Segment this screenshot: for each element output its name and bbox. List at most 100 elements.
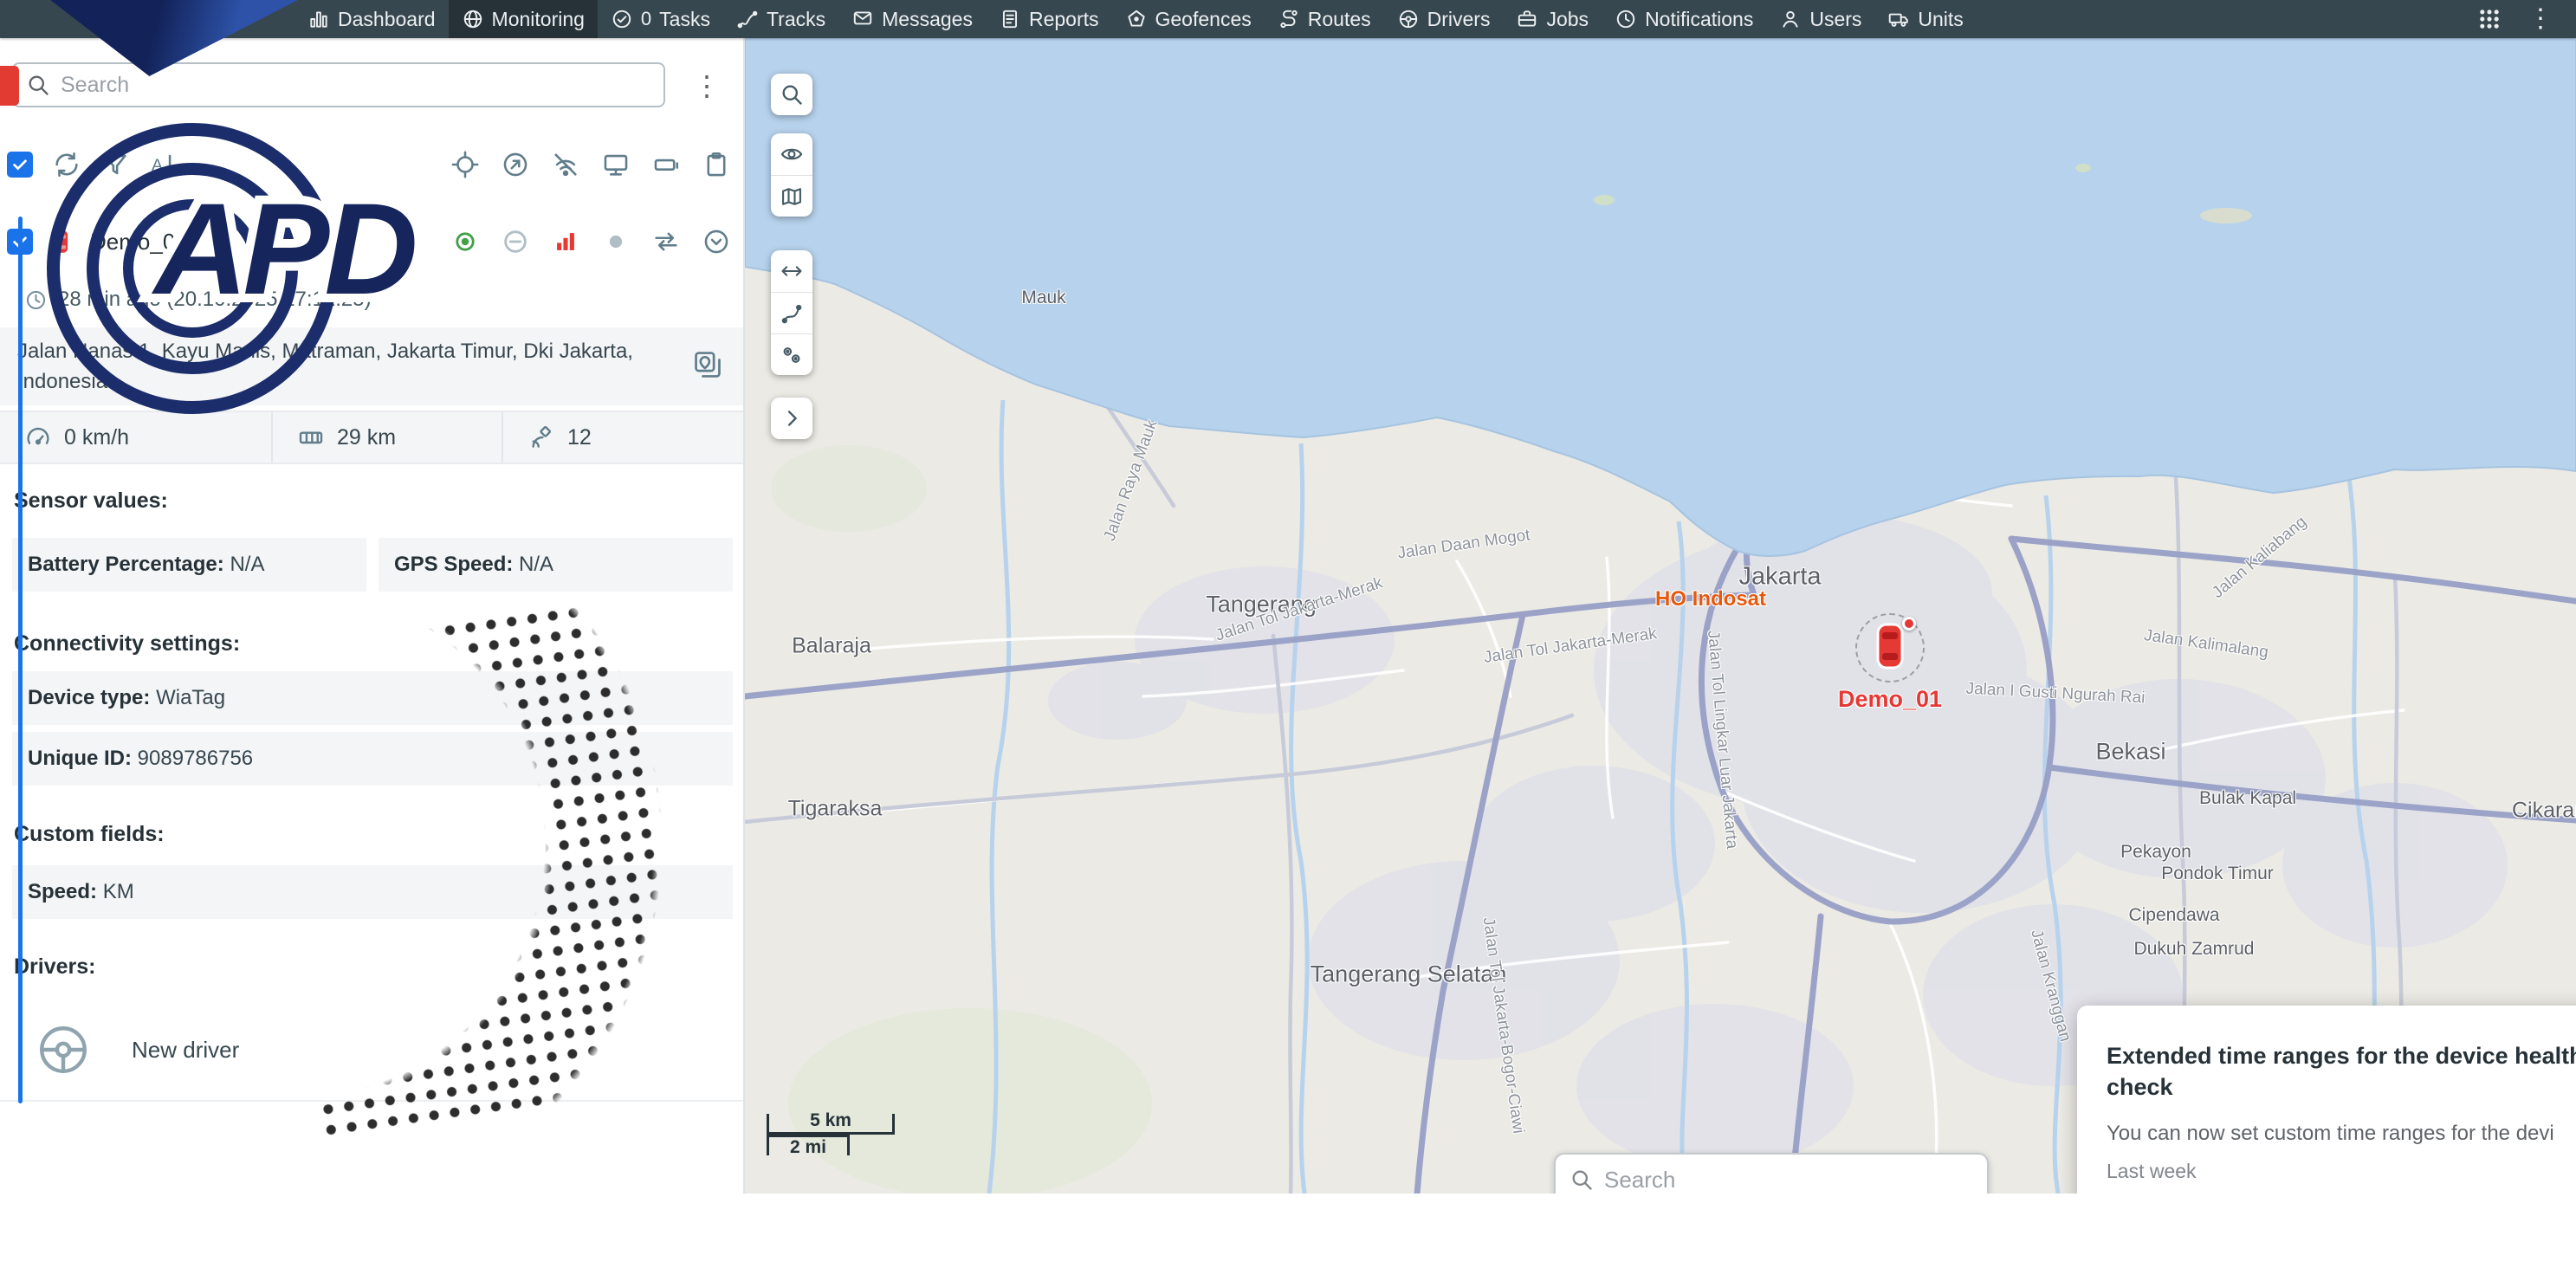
chart-icon bbox=[307, 8, 330, 30]
steering-icon bbox=[1397, 8, 1420, 30]
map-city-label: Mauk bbox=[1021, 288, 1065, 308]
nav-item-routes[interactable]: Routes bbox=[1265, 0, 1384, 38]
nav-item-dashboard[interactable]: Dashboard bbox=[294, 0, 449, 38]
nav-label: Users bbox=[1809, 8, 1861, 31]
clock-icon bbox=[24, 288, 48, 312]
sensor-values-title: Sensor values: bbox=[14, 488, 168, 514]
battery-icon[interactable] bbox=[651, 150, 681, 179]
map-bottom-search[interactable] bbox=[1554, 1153, 1989, 1194]
geofence-icon bbox=[1125, 8, 1148, 30]
layers-button[interactable] bbox=[771, 175, 812, 217]
mileage-value: 29 km bbox=[337, 425, 396, 450]
chevron-right-icon bbox=[780, 406, 804, 430]
markers-button[interactable] bbox=[771, 333, 812, 375]
nav-item-tasks[interactable]: 0 Tasks bbox=[598, 0, 723, 38]
sort-icon[interactable]: A bbox=[149, 150, 178, 179]
sensor-chip: Battery Percentage: N/A bbox=[12, 538, 366, 592]
custom-field-row: Speed: KM bbox=[12, 865, 733, 919]
map-city-label: Tangerang Selatan bbox=[1311, 961, 1507, 988]
monitor-icon[interactable] bbox=[601, 150, 631, 179]
map-view-group bbox=[771, 133, 812, 217]
apps-grid-icon[interactable] bbox=[2477, 7, 2502, 31]
map-city-label: Balaraja bbox=[792, 634, 871, 659]
nav-item-units[interactable]: Units bbox=[1874, 0, 1976, 38]
nav-item-monitoring[interactable]: Monitoring bbox=[449, 0, 598, 38]
map-road-label: Jalan Kaliabang bbox=[2209, 513, 2311, 603]
sidebar-toolbar: A bbox=[0, 142, 745, 187]
toolbar-left: A bbox=[0, 150, 178, 179]
nav-item-geofences[interactable]: Geofences bbox=[1112, 0, 1265, 38]
map-canvas[interactable]: MaukTangerangBalarajaTigaraksaTangerang … bbox=[745, 38, 2576, 1194]
data-state-icon[interactable] bbox=[501, 227, 530, 256]
map-road-label: Jalan Kranggan bbox=[2026, 928, 2074, 1044]
nav-item-messages[interactable]: Messages bbox=[838, 0, 986, 38]
clipboard-icon[interactable] bbox=[702, 150, 731, 179]
nav-label: Reports bbox=[1029, 8, 1099, 31]
visibility-button[interactable] bbox=[771, 133, 812, 175]
clock-icon bbox=[1615, 8, 1637, 30]
nav-item-tracks[interactable]: Tracks bbox=[723, 0, 838, 38]
report-icon bbox=[999, 8, 1021, 30]
expand-panel-button[interactable] bbox=[771, 398, 812, 439]
custom-fields-title: Custom fields: bbox=[14, 822, 165, 847]
sidebar-search[interactable] bbox=[12, 62, 665, 107]
nav-item-drivers[interactable]: Drivers bbox=[1384, 0, 1504, 38]
nav-label: Dashboard bbox=[338, 8, 436, 31]
nav-label: Drivers bbox=[1427, 8, 1491, 31]
motion-state-icon[interactable] bbox=[601, 227, 631, 256]
marker-status-dot bbox=[1902, 617, 1916, 631]
routes-icon bbox=[1278, 8, 1300, 30]
notification-card[interactable]: Extended time ranges for the device heal… bbox=[2077, 1006, 2576, 1194]
copy-coordinates-icon[interactable] bbox=[691, 348, 724, 381]
driver-row[interactable]: New driver bbox=[0, 1000, 745, 1102]
mileage-stat: 29 km bbox=[271, 412, 502, 463]
map-road-label: Jalan Tol Lingkar Luar Jakarta bbox=[1703, 630, 1741, 850]
swap-arrows-icon[interactable] bbox=[651, 227, 681, 256]
map-city-label: Cikarang bbox=[2512, 799, 2576, 824]
send-command-icon[interactable] bbox=[501, 150, 530, 179]
sync-icon[interactable] bbox=[52, 150, 81, 179]
notification-body: You can now set custom time ranges for t… bbox=[2107, 1122, 2576, 1146]
nav-item-reports[interactable]: Reports bbox=[986, 0, 1112, 38]
map-city-label: Bekasi bbox=[2095, 739, 2165, 766]
collapse-unit-icon[interactable] bbox=[702, 227, 731, 256]
nav-label: Units bbox=[1918, 8, 1963, 31]
map-search-button[interactable] bbox=[771, 74, 812, 115]
nav-item-jobs[interactable]: Jobs bbox=[1503, 0, 1602, 38]
nav-label: Notifications bbox=[1645, 8, 1753, 31]
measure-button[interactable] bbox=[771, 250, 812, 292]
map-search-input[interactable] bbox=[1604, 1167, 1973, 1194]
map-road-label: Jalan Kalimalang bbox=[2143, 626, 2269, 663]
driver-name: New driver bbox=[132, 1037, 239, 1064]
scale-mi: 2 mi bbox=[790, 1137, 826, 1158]
search-input[interactable] bbox=[61, 73, 651, 98]
connection-bars-icon[interactable] bbox=[551, 227, 580, 256]
last-message-row: 28 min ago (20.10.2025 17:12:25) bbox=[24, 288, 372, 312]
nav-label: Tasks bbox=[659, 8, 710, 31]
location-state-icon[interactable] bbox=[450, 227, 480, 256]
nav-label: Messages bbox=[882, 8, 973, 31]
locate-icon[interactable] bbox=[450, 150, 480, 179]
connectivity-row: Unique ID: 9089786756 bbox=[12, 732, 733, 786]
nav-label: Routes bbox=[1308, 8, 1371, 31]
nav-kebab-icon[interactable]: ⋮ bbox=[2527, 6, 2553, 32]
unit-row[interactable]: Demo_01 bbox=[0, 214, 745, 269]
connection-off-icon[interactable] bbox=[551, 150, 580, 179]
nav-item-users[interactable]: Users bbox=[1766, 0, 1874, 38]
routing-button[interactable] bbox=[771, 292, 812, 333]
nav-badge: 0 bbox=[641, 8, 651, 30]
nav-item-notifications[interactable]: Notifications bbox=[1602, 0, 1766, 38]
map-city-label: Cipendawa bbox=[2128, 905, 2219, 926]
map-road-label: Jalan Raya Mauk bbox=[1101, 417, 1162, 543]
select-all-checkbox[interactable] bbox=[7, 152, 33, 178]
message-icon bbox=[851, 8, 874, 30]
svg-text:A: A bbox=[152, 156, 164, 175]
speed-stat: 0 km/h bbox=[0, 412, 271, 463]
nav-label: Geofences bbox=[1155, 8, 1252, 31]
user-icon bbox=[1779, 8, 1802, 30]
selected-unit-accent bbox=[18, 217, 23, 1103]
notification-title: Extended time ranges for the device heal… bbox=[2107, 1040, 2576, 1103]
sidebar-kebab-icon[interactable]: ⋮ bbox=[693, 69, 721, 102]
filter-icon[interactable] bbox=[100, 150, 130, 179]
globe-icon bbox=[462, 8, 484, 30]
